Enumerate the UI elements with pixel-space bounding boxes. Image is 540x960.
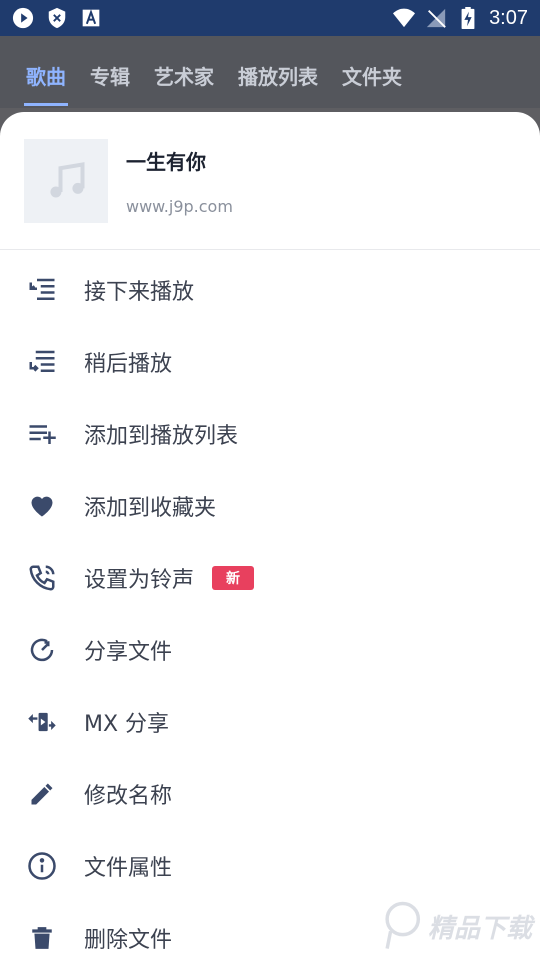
album-art xyxy=(24,138,108,223)
status-time: 3:07 xyxy=(489,6,528,29)
tab-folders[interactable]: 文件夹 xyxy=(330,61,414,108)
menu-share-file[interactable]: 分享文件 xyxy=(0,614,540,686)
mx-share-icon xyxy=(26,706,58,738)
tab-songs[interactable]: 歌曲 xyxy=(14,61,78,108)
menu-set-ringtone[interactable]: 设置为铃声 新 xyxy=(0,542,540,614)
no-signal-icon xyxy=(425,7,447,29)
share-circle-icon xyxy=(26,634,58,666)
menu-label: 稍后播放 xyxy=(84,352,173,377)
song-title: 一生有你 xyxy=(126,149,206,174)
menu-label: 添加到播放列表 xyxy=(84,424,239,449)
bottom-sheet: 一生有你 www.j9p.com 接下来播放 稍后播放 添加到播放列表 添加到收… xyxy=(0,112,540,960)
menu-label: MX 分享 xyxy=(84,712,170,737)
menu-play-next[interactable]: 接下来播放 xyxy=(0,254,540,326)
menu-play-later[interactable]: 稍后播放 xyxy=(0,326,540,398)
menu-label: 添加到收藏夹 xyxy=(84,496,217,521)
ringtone-phone-icon xyxy=(26,562,58,594)
menu-label: 删除文件 xyxy=(84,928,173,953)
menu-label: 分享文件 xyxy=(84,640,173,665)
tab-playlists[interactable]: 播放列表 xyxy=(226,61,330,108)
tab-artists[interactable]: 艺术家 xyxy=(142,61,226,108)
watermark-logo-icon xyxy=(385,901,421,949)
music-note-icon xyxy=(50,161,85,197)
heart-icon xyxy=(26,490,58,522)
menu-label: 修改名称 xyxy=(84,784,173,809)
status-bar: 3:07 xyxy=(0,0,540,36)
watermark-text: 精品下载 xyxy=(427,913,532,944)
menu-rename[interactable]: 修改名称 xyxy=(0,758,540,830)
new-badge: 新 xyxy=(212,566,255,590)
site-watermark: 精品下载 xyxy=(380,900,532,952)
info-icon xyxy=(26,850,58,882)
play-icon xyxy=(12,7,34,29)
battery-charging-icon xyxy=(457,7,479,29)
menu-label: 接下来播放 xyxy=(84,280,195,305)
menu-add-favorites[interactable]: 添加到收藏夹 xyxy=(0,470,540,542)
font-a-icon xyxy=(80,7,102,29)
menu-mx-share[interactable]: MX 分享 xyxy=(0,686,540,758)
menu-add-playlist[interactable]: 添加到播放列表 xyxy=(0,398,540,470)
song-header: 一生有你 www.j9p.com xyxy=(0,112,540,250)
play-later-icon xyxy=(26,346,58,378)
tab-albums[interactable]: 专辑 xyxy=(78,61,142,108)
shield-x-icon xyxy=(46,7,68,29)
menu-label: 设置为铃声 xyxy=(84,568,195,593)
menu-file-properties[interactable]: 文件属性 xyxy=(0,830,540,902)
song-subtitle: www.j9p.com xyxy=(126,196,233,216)
play-next-icon xyxy=(26,274,58,306)
action-menu: 接下来播放 稍后播放 添加到播放列表 添加到收藏夹 设置为铃声 新 分享文件 M… xyxy=(0,250,540,960)
pencil-icon xyxy=(26,778,58,810)
trash-icon xyxy=(26,922,58,954)
top-tabs: 歌曲 专辑 艺术家 播放列表 文件夹 xyxy=(0,36,540,108)
wifi-icon xyxy=(393,7,416,29)
playlist-add-icon xyxy=(26,418,58,450)
menu-label: 文件属性 xyxy=(84,856,173,881)
